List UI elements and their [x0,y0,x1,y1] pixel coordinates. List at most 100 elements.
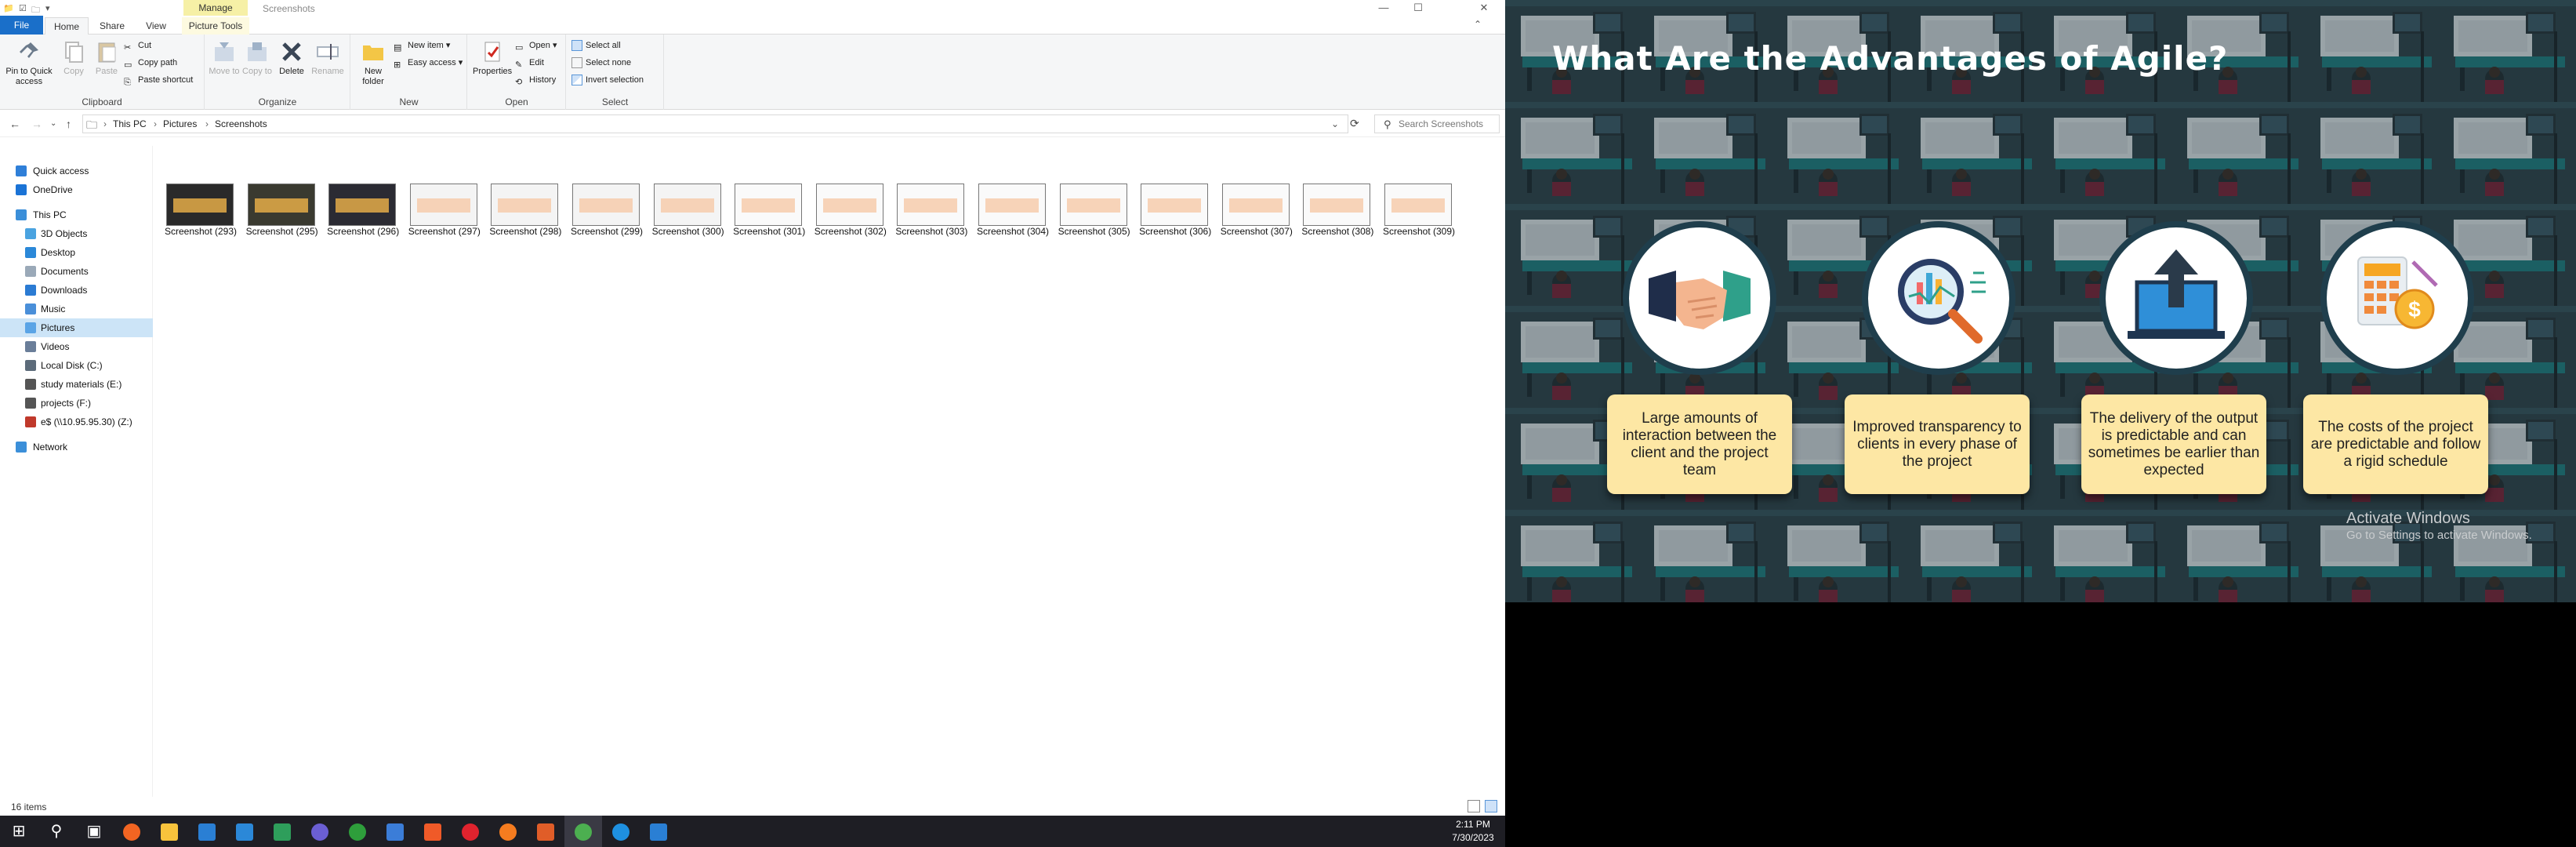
manage-context-tab[interactable]: Manage [183,0,248,16]
edit-button[interactable]: ✎ Edit [515,55,544,71]
xbox-icon[interactable] [339,816,376,847]
close-button[interactable]: ✕ [1466,0,1502,16]
folder-icon: 📁 [3,4,14,13]
tab-home[interactable]: Home [45,17,89,35]
opera-icon[interactable] [452,816,489,847]
file-item[interactable]: Screenshot (302) [809,179,887,242]
nav-item[interactable]: Downloads [0,281,153,300]
file-item[interactable]: Screenshot (308) [1296,179,1374,242]
address-dropdown-icon[interactable]: ⌄ [1331,118,1339,129]
nav-item[interactable]: Local Disk (C:) [0,356,153,375]
media-icon[interactable] [301,816,339,847]
open-button[interactable]: ▭ Open ▾ [515,38,557,53]
file-item[interactable]: Screenshot (299) [565,179,644,242]
task-view-icon[interactable]: ▣ [75,816,113,847]
store-icon[interactable] [188,816,226,847]
up-arrow-icon[interactable]: ↑ [66,118,71,130]
address-bar[interactable]: 🗀 › This PC › Pictures › Screenshots ⌄ [82,115,1348,133]
nav-item[interactable]: Desktop [0,243,153,262]
nav-item[interactable]: projects (F:) [0,394,153,413]
cut-button[interactable]: ✂ Cut [124,38,151,53]
details-view-icon[interactable] [1468,800,1480,812]
back-arrow-icon[interactable]: ← [9,118,20,130]
file-item[interactable]: Screenshot (296) [321,179,400,242]
file-item[interactable]: Screenshot (293) [159,179,238,242]
file-item[interactable]: Screenshot (297) [403,179,481,242]
maximize-button[interactable]: ☐ [1400,0,1436,16]
search-icon[interactable]: ⚲ [38,816,75,847]
copy-button[interactable]: Copy [58,39,89,77]
paste-shortcut-button[interactable]: ⎘ Paste shortcut [124,72,193,88]
tab-share[interactable]: Share [93,17,132,35]
collapse-ribbon-icon[interactable]: ⌃ [1474,19,1482,30]
properties-button[interactable]: Properties [473,39,512,77]
nav-item[interactable]: Videos [0,337,153,356]
tab-file[interactable]: File [0,16,43,35]
file-explorer-icon[interactable] [151,816,188,847]
move-to-button[interactable]: Move to [209,39,240,77]
breadcrumb-this-pc[interactable]: This PC [113,118,147,129]
forward-arrow-icon[interactable]: → [31,118,42,130]
nav-item[interactable]: This PC [0,205,153,224]
app-grid-icon[interactable] [527,816,564,847]
rename-button[interactable]: Rename [310,39,345,77]
file-item[interactable]: Screenshot (304) [971,179,1050,242]
chrome-icon[interactable] [564,816,602,847]
copy-path-button[interactable]: ▭ Copy path [124,55,177,71]
nav-item[interactable]: Network [0,438,153,456]
easy-access-button[interactable]: ⊞ Easy access ▾ [394,55,463,71]
nav-item[interactable]: Documents [0,262,153,281]
file-item[interactable]: Screenshot (305) [1053,179,1131,242]
recent-locations-icon[interactable]: ⌄ [50,119,56,128]
skype-icon[interactable] [602,816,640,847]
tab-view[interactable]: View [136,17,176,35]
file-item[interactable]: Screenshot (301) [727,179,806,242]
tab-picture-tools[interactable]: Picture Tools [182,17,249,35]
app-brave-icon[interactable] [414,816,452,847]
mail-icon[interactable] [226,816,263,847]
search-input[interactable]: Search Screenshots [1374,115,1500,133]
file-item[interactable]: Screenshot (303) [890,179,968,242]
invert-selection-button[interactable]: Invert selection [571,72,644,88]
firefox-icon[interactable] [489,816,527,847]
select-all-button[interactable]: Select all [571,38,621,53]
file-item[interactable]: Screenshot (309) [1377,179,1456,242]
photo-viewer-icon[interactable] [640,816,677,847]
file-explorer-icon-glyph [161,823,178,841]
customize-quick-access-icon[interactable]: ▾ [45,3,50,13]
nav-item[interactable]: study materials (E:) [0,375,153,394]
large-icons-view-icon[interactable] [1485,800,1497,812]
paste-button[interactable]: Paste [91,39,122,77]
system-clock[interactable]: 2:11 PM 7/30/2023 [1442,818,1504,845]
photos-icon[interactable] [376,816,414,847]
open-label: Open [529,41,550,50]
mail-icon-glyph [236,823,253,841]
select-none-button[interactable]: Select none [571,55,631,71]
breadcrumb-screenshots[interactable]: Screenshots [215,118,267,129]
file-item[interactable]: Screenshot (300) [647,179,725,242]
windows-start-icon[interactable]: ⊞ [0,816,38,847]
app-orange-icon[interactable] [113,816,151,847]
file-item[interactable]: Screenshot (306) [1134,179,1212,242]
delete-button[interactable]: Delete [276,39,307,77]
file-item[interactable]: Screenshot (295) [241,179,319,242]
nav-item[interactable]: Quick access [0,162,153,180]
nav-item[interactable]: Music [0,300,153,318]
pin-quick-access-button[interactable]: Pin to Quick access [3,39,55,87]
store-bag-icon[interactable] [263,816,301,847]
breadcrumb-pictures[interactable]: Pictures [163,118,197,129]
new-item-button[interactable]: ▤ New item ▾ [394,38,450,53]
copy-to-button[interactable]: Copy to [241,39,273,77]
file-item[interactable]: Screenshot (298) [484,179,562,242]
nav-item[interactable]: OneDrive [0,180,153,199]
nav-item[interactable]: 3D Objects [0,224,153,243]
nav-item[interactable]: Pictures [0,318,153,337]
properties-icon[interactable]: ☑ [19,3,27,13]
minimize-button[interactable]: — [1366,0,1402,16]
new-folder-button[interactable]: New folder [356,39,390,87]
nav-item[interactable]: e$ (\\10.95.95.30) (Z:) [0,413,153,431]
refresh-icon[interactable]: ⟳ [1350,117,1359,130]
organize-group-label: Organize [258,96,297,107]
history-button[interactable]: ⟲ History [515,72,556,88]
file-item[interactable]: Screenshot (307) [1215,179,1293,242]
